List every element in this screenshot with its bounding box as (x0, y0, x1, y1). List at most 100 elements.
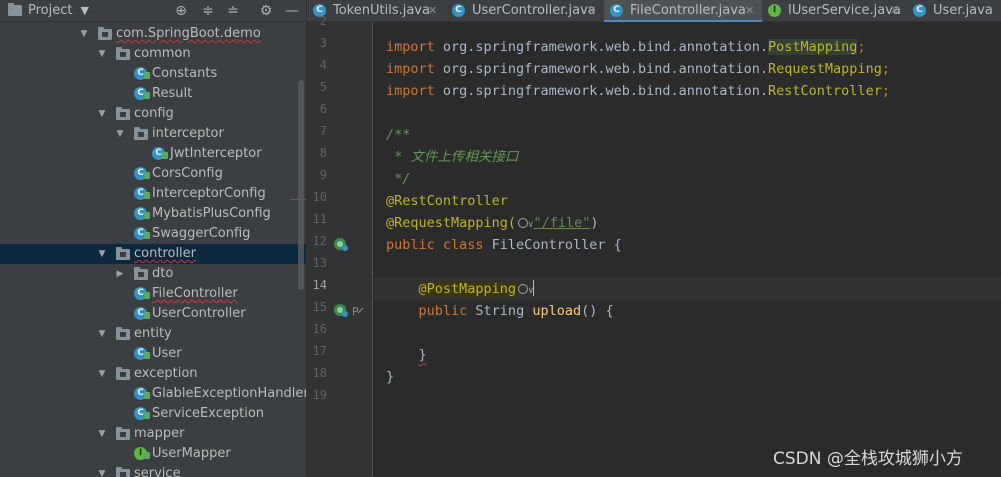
public-access-icon (144, 212, 150, 219)
tree-item-common[interactable]: ▼ common (0, 44, 306, 64)
line-number: 6 (319, 102, 327, 116)
locate-file-icon[interactable]: ⊕ (171, 1, 191, 21)
tree-item-dto[interactable]: ▶ dto (0, 264, 306, 284)
tree-item-label: Result (152, 86, 193, 101)
line-number: 3 (319, 36, 327, 50)
tree-item-usermapper[interactable]: I UserMapper (0, 444, 306, 464)
tab-tokenutils[interactable]: C TokenUtils.java ✕ (307, 0, 446, 22)
tab-user[interactable]: C User.java (907, 0, 1001, 22)
tree-item-interceptorconfig[interactable]: C InterceptorConfig (0, 184, 306, 204)
public-access-icon (144, 352, 150, 359)
tree-item-label: GlableExceptionHandler (152, 386, 306, 401)
tab-label: FileController.java (630, 3, 746, 18)
tree-item-label: com.SpringBoot.demo (116, 26, 261, 41)
tree-item-label: InterceptorConfig (152, 186, 266, 201)
tree-item-service[interactable]: ▼ service (0, 464, 306, 477)
tab-label: User.java (933, 3, 993, 18)
tab-filecontroller[interactable]: C FileController.java ✕ (604, 0, 762, 23)
tree-item-constants[interactable]: C Constants (0, 64, 306, 84)
doc-comment: */ (386, 171, 411, 187)
expand-arrow-icon[interactable]: ▼ (114, 124, 126, 144)
tree-item-config[interactable]: ▼ config (0, 104, 306, 124)
dropdown-arrow-icon: ▼ (80, 4, 89, 17)
tree-item-label: interceptor (152, 126, 224, 141)
tree-item-swaggerconfig[interactable]: C SwaggerConfig (0, 224, 306, 244)
tree-item-result[interactable]: C Result (0, 84, 306, 104)
public-access-icon (144, 392, 150, 399)
line-number: 9 (319, 168, 327, 182)
line-number-current: 14 (312, 278, 327, 292)
tree-item-filecontroller[interactable]: C FileController (0, 284, 306, 304)
expand-arrow-icon[interactable]: ▼ (96, 324, 108, 344)
tree-item-mybatisplusconfig[interactable]: C MybatisPlusConfig (0, 204, 306, 224)
tree-item-label: ServiceException (152, 406, 265, 421)
expand-arrow-icon[interactable]: ▼ (96, 424, 108, 444)
public-access-icon (162, 152, 168, 159)
code-line: import org.springframework.web.bind.anno… (386, 61, 890, 77)
tree-item-label: Constants (152, 66, 218, 81)
hide-panel-icon[interactable]: — (282, 1, 302, 21)
package-folder-icon (116, 467, 130, 477)
close-tab-icon[interactable]: ✕ (428, 0, 437, 22)
line-number: 4 (319, 58, 327, 72)
spring-mapping-icon[interactable] (333, 302, 349, 318)
expand-arrow-icon[interactable]: ▼ (78, 24, 90, 44)
tree-item-label: UserMapper (152, 446, 231, 461)
collapse-arrow-icon[interactable]: ▶ (114, 264, 126, 284)
code-line: @RequestMapping(∨"/file") (386, 215, 599, 231)
tree-item-corsconfig[interactable]: C CorsConfig (0, 164, 306, 184)
project-view-selector[interactable]: Project ▼ (8, 3, 89, 18)
request-mapping-icon[interactable]: P (351, 304, 365, 318)
class-icon: C (610, 4, 623, 17)
tree-item-jwtinterceptor[interactable]: C JwtInterceptor (0, 144, 306, 164)
expand-arrow-icon[interactable]: ▼ (96, 464, 108, 477)
public-access-icon (144, 312, 150, 319)
web-url-icon[interactable] (518, 218, 529, 228)
web-url-icon[interactable] (518, 284, 529, 294)
tree-item-exception[interactable]: ▼ exception (0, 364, 306, 384)
tree-item-interceptor[interactable]: ▼ interceptor (0, 124, 306, 144)
close-tab-icon[interactable]: ✕ (587, 0, 596, 22)
project-tree-scrollbar[interactable] (298, 80, 304, 290)
code-editor[interactable]: import org.springframework.web.bind.anno… (374, 22, 1001, 477)
line-number: 18 (312, 366, 327, 380)
expand-all-icon[interactable]: ≑ (198, 1, 218, 21)
settings-gear-icon[interactable]: ⚙ (256, 1, 276, 21)
code-line-current: @PostMapping ∨ (418, 280, 535, 297)
tab-usercontroller[interactable]: C UserController.java ✕ (446, 0, 604, 22)
tab-label: IUserService.java (788, 3, 901, 18)
line-number: 16 (312, 322, 327, 336)
expand-arrow-icon[interactable]: ▼ (96, 364, 108, 384)
package-folder-icon (134, 127, 148, 140)
tree-item-user[interactable]: C User (0, 344, 306, 364)
project-folder-icon (8, 3, 22, 16)
close-tab-icon[interactable]: ✕ (890, 0, 899, 22)
close-tab-icon[interactable]: ✕ (745, 0, 754, 22)
tree-item-label: JwtInterceptor (170, 146, 262, 161)
package-folder-icon (116, 107, 130, 120)
class-icon: C (452, 4, 465, 17)
editor-tab-bar: C TokenUtils.java ✕ C UserController.jav… (307, 0, 1001, 23)
tree-item-com-springboot-demo[interactable]: ▼ com.SpringBoot.demo (0, 24, 306, 44)
tree-item-glableexceptionhandler[interactable]: C GlableExceptionHandler (0, 384, 306, 404)
tree-item-entity[interactable]: ▼ entity (0, 324, 306, 344)
tree-item-serviceexception[interactable]: C ServiceException (0, 404, 306, 424)
tab-iuserservice[interactable]: I IUserService.java ✕ (762, 0, 907, 22)
public-access-icon (144, 232, 150, 239)
line-number: 15 (312, 300, 327, 314)
text-cursor (533, 280, 535, 296)
expand-arrow-icon[interactable]: ▼ (96, 44, 108, 64)
line-number: 19 (312, 388, 327, 402)
package-folder-icon (134, 267, 148, 280)
expand-arrow-icon[interactable]: ▼ (96, 104, 108, 124)
tree-item-mapper[interactable]: ▼ mapper (0, 424, 306, 444)
line-number: 13 (312, 256, 327, 270)
tree-item-label: controller (134, 246, 197, 261)
spring-bean-icon[interactable] (333, 236, 349, 252)
public-access-icon (144, 72, 150, 79)
tree-item-usercontroller[interactable]: C UserController (0, 304, 306, 324)
tree-item-controller[interactable]: ▼ controller (0, 244, 306, 264)
code-line: import org.springframework.web.bind.anno… (386, 83, 890, 99)
collapse-all-icon[interactable]: ≐ (223, 1, 243, 21)
expand-arrow-icon[interactable]: ▼ (96, 244, 108, 264)
